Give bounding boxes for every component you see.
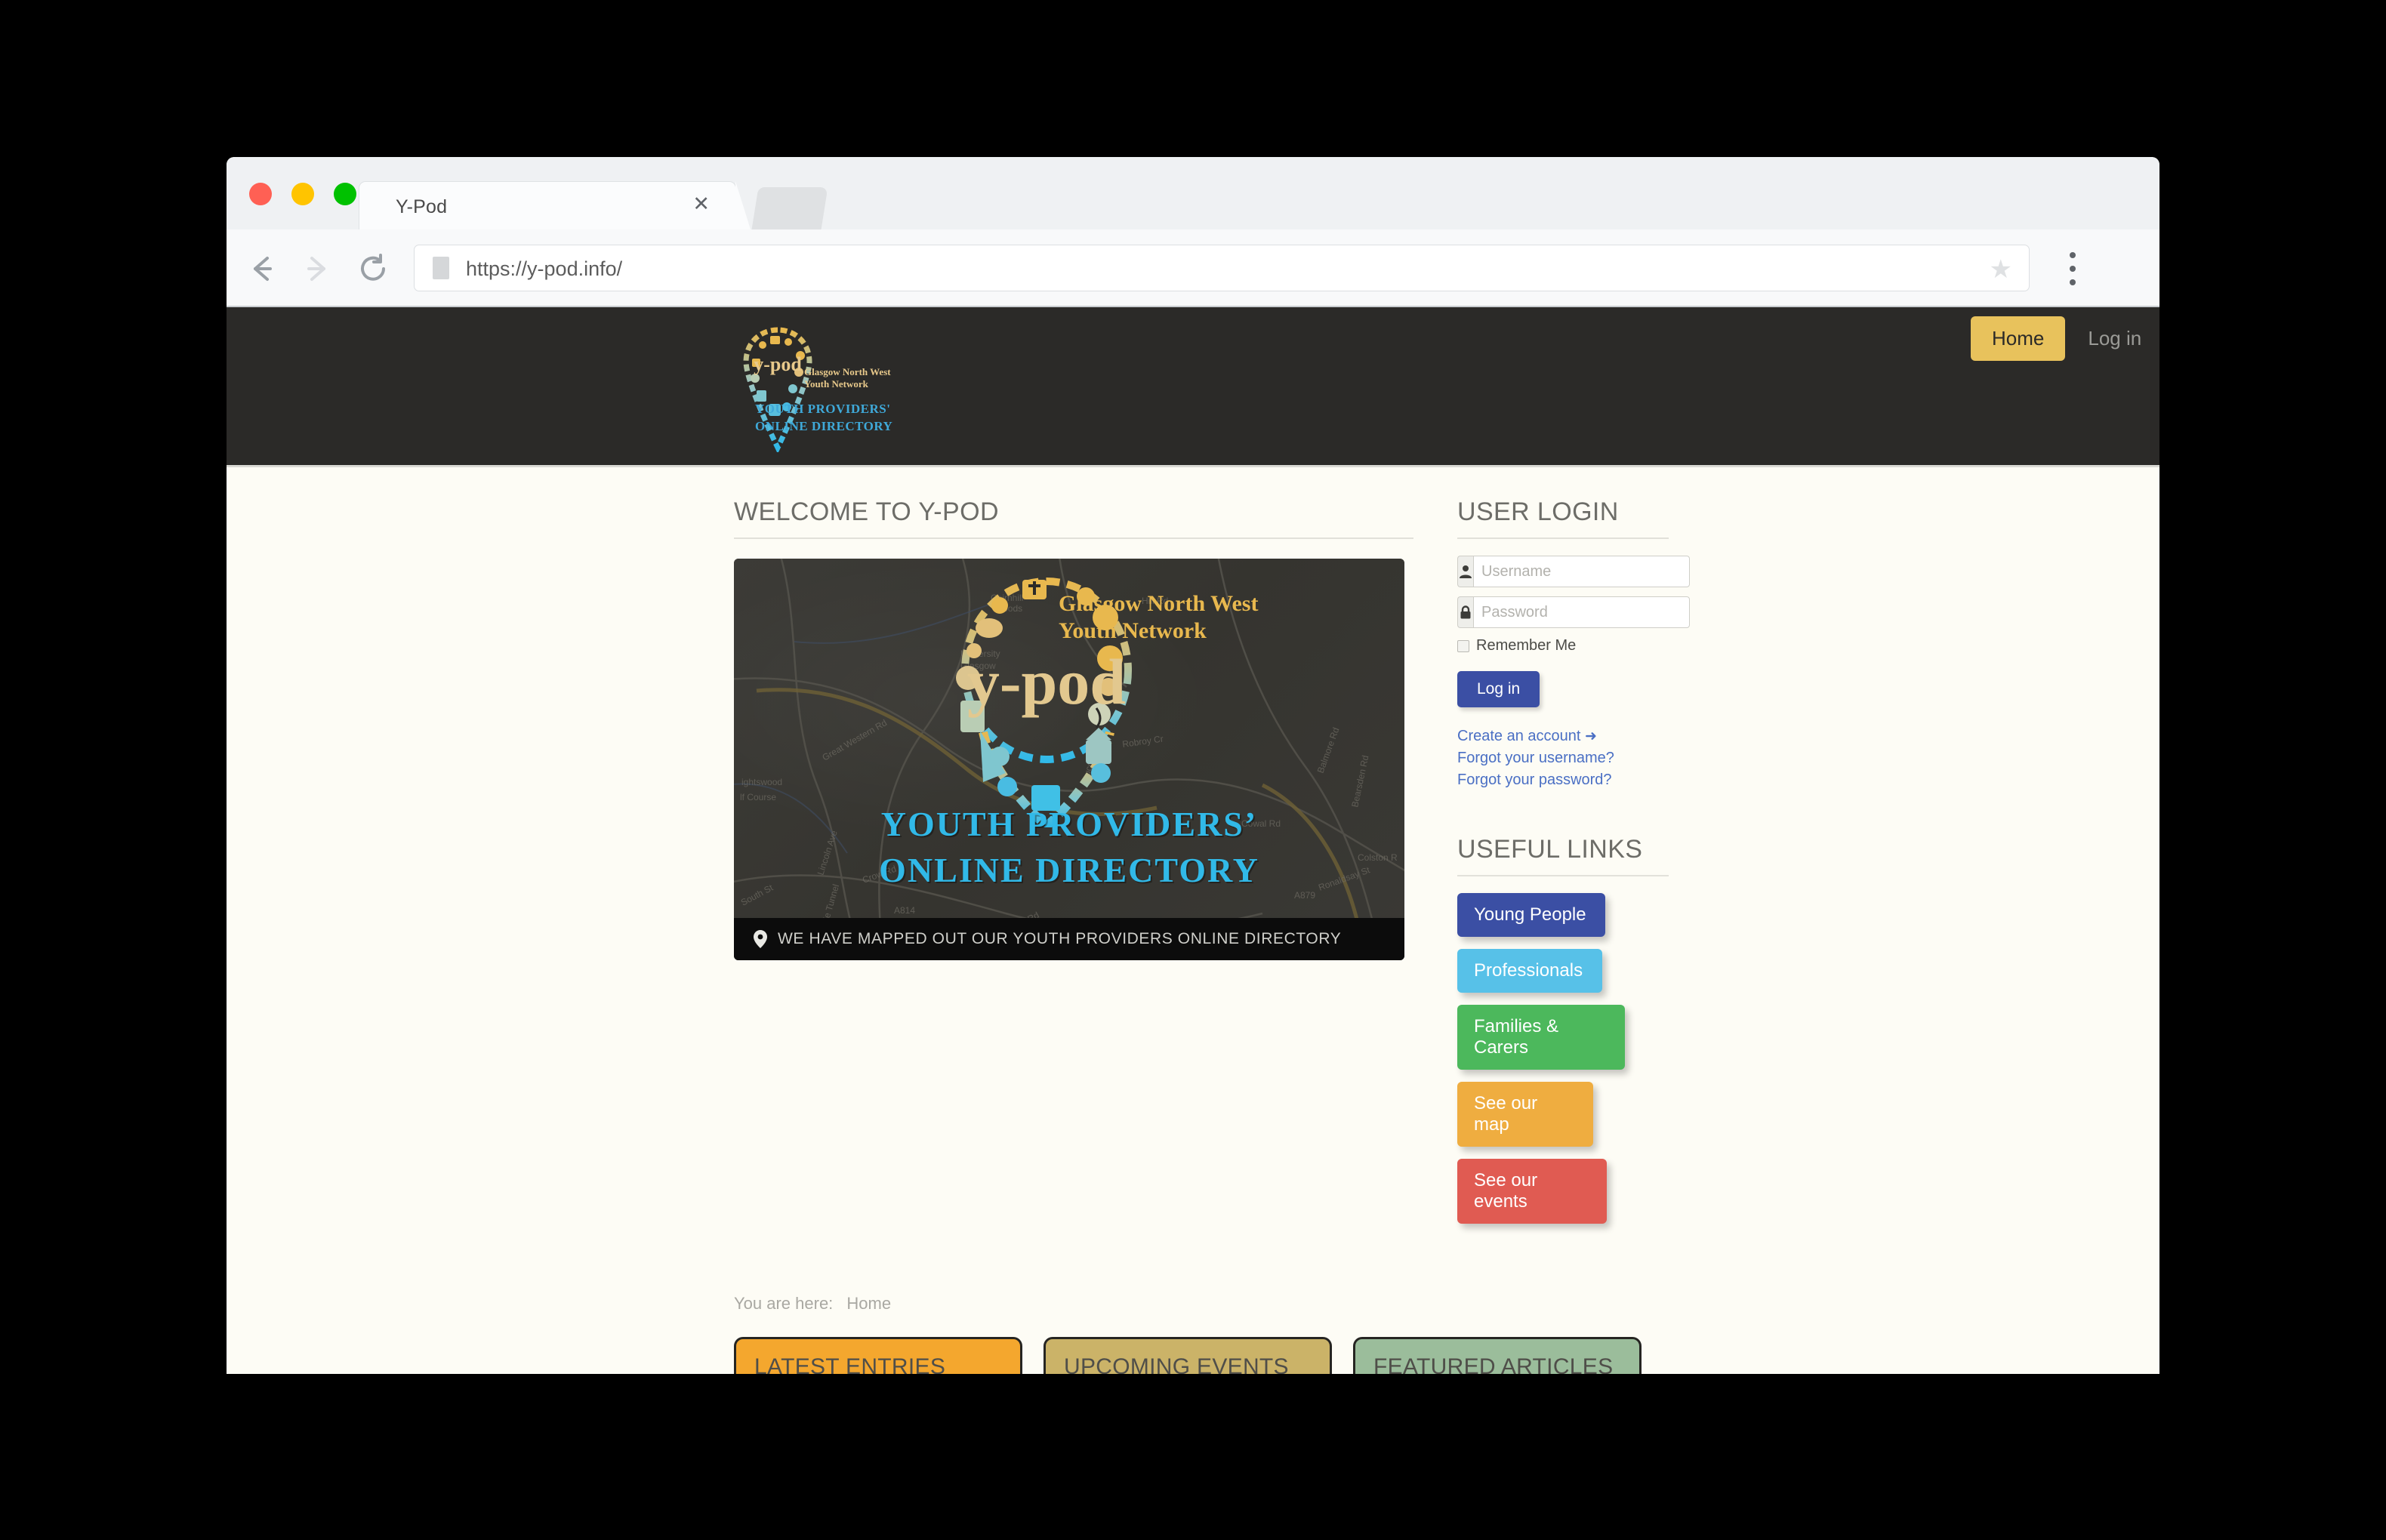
remember-me-checkbox[interactable] [1457,639,1469,652]
svg-text:A814: A814 [894,905,915,916]
close-window-button[interactable] [249,183,272,205]
remember-me-row[interactable]: Remember Me [1457,637,1669,654]
hero-brand-text: Glasgow North West Youth Network [1059,591,1259,643]
bottom-panels: LATEST ENTRIES Cadder Youth Club Young P… [734,1337,1642,1374]
page-info-icon [433,257,449,279]
useful-links-divider [1457,875,1669,876]
hero-banner[interactable]: Cairnhill Woods ightswood lf Course Robr… [734,559,1404,960]
tab-strip: Y-Pod ✕ [227,157,2159,229]
useful-links-title: USEFUL LINKS [1457,835,1643,864]
svg-text:Bearsden Rd: Bearsden Rd [1349,754,1370,808]
arrow-right-icon: ➜ [1585,728,1597,744]
site-logo[interactable]: y-pod Glasgow North West Youth Network YO… [740,325,951,452]
useful-link-see-our-map[interactable]: See our map [1457,1082,1593,1147]
breadcrumb-label: You are here: [734,1294,834,1313]
forward-arrow-icon[interactable] [298,251,334,287]
browser-window: Y-Pod ✕ https://y-pod.info/ ★ y-pod Glas… [227,157,2159,1374]
remember-me-label: Remember Me [1476,637,1577,654]
breadcrumb: You are here: Home [734,1294,891,1314]
sidebar: USER LOGIN Username Remember Me Log in C… [1457,497,1690,1236]
featured-articles-title: FEATURED ARTICLES [1373,1354,1614,1374]
nav-item-home[interactable]: Home [1971,316,2066,361]
nav-item-log-in[interactable]: Log in [2065,316,2159,361]
useful-link-professionals[interactable]: Professionals [1457,949,1602,993]
forgot-username-link[interactable]: Forgot your username? [1457,747,1669,769]
password-field-group [1457,596,1690,628]
svg-text:lf Course: lf Course [740,792,776,802]
user-login-title: USER LOGIN [1457,497,1619,526]
username-input[interactable] [1473,556,1690,587]
url-text: https://y-pod.info/ [466,257,623,280]
user-login-divider [1457,537,1669,539]
browser-toolbar: https://y-pod.info/ ★ [227,229,2159,307]
map-pin-icon [754,930,767,948]
lock-icon [1457,596,1473,628]
username-field-group [1457,556,1690,587]
minimize-window-button[interactable] [291,183,314,205]
upcoming-events-title: UPCOMING EVENTS [1064,1354,1289,1374]
tab-title: Y-Pod [396,196,448,217]
brand-tagline: YOUTH PROVIDERS' ONLINE DIRECTORY [755,402,893,433]
latest-entries-title: LATEST ENTRIES [754,1354,946,1374]
useful-link-families-carers[interactable]: Families & Carers [1457,1005,1625,1070]
hero-caption-bar: WE HAVE MAPPED OUT OUR YOUTH PROVIDERS O… [734,918,1404,960]
create-account-link[interactable]: Create an account ➜ [1457,725,1669,747]
reload-icon[interactable] [355,251,391,287]
site-header: y-pod Glasgow North West Youth Network YO… [227,307,2159,467]
svg-text:y-pod: y-pod [754,353,802,375]
star-icon[interactable]: ★ [1990,257,2012,282]
forgot-password-link[interactable]: Forgot your password? [1457,769,1669,791]
useful-link-young-people[interactable]: Young People [1457,893,1605,937]
latest-entries-panel: LATEST ENTRIES Cadder Youth Club Young P… [734,1337,1022,1374]
svg-text:Great Western Rd: Great Western Rd [821,717,889,762]
featured-articles-panel: FEATURED ARTICLES Good news! Written by … [1353,1337,1642,1374]
hero-tagline: YOUTH PROVIDERS’ ONLINE DIRECTORY [734,802,1404,893]
maximize-window-button[interactable] [334,183,356,205]
hero-tagline-line1: YOUTH PROVIDERS’ [880,805,1258,843]
svg-text:y-pod: y-pod [967,645,1126,718]
hero-tagline-line2: ONLINE DIRECTORY [879,850,1259,889]
main-column: WELCOME TO Y-POD Cairnhill Woods ightswo… [734,497,1413,960]
brand-subtitle: Glasgow North West Youth Network [804,366,891,390]
svg-text:ightswood: ightswood [741,777,782,787]
page-title: WELCOME TO Y-POD [734,497,999,526]
password-input[interactable] [1473,596,1690,628]
login-links: Create an account ➜ Forgot your username… [1457,725,1669,791]
user-icon [1457,556,1473,587]
page-content: WELCOME TO Y-POD Cairnhill Woods ightswo… [227,467,2159,1374]
window-controls [249,183,356,205]
svg-text:Balmore Rd: Balmore Rd [1315,726,1342,775]
useful-link-see-our-events[interactable]: See our events [1457,1159,1607,1224]
back-arrow-icon[interactable] [245,251,281,287]
address-bar[interactable]: https://y-pod.info/ ★ [414,245,2030,291]
hero-caption-text: WE HAVE MAPPED OUT OUR YOUTH PROVIDERS O… [778,930,1342,947]
close-tab-icon[interactable]: ✕ [692,192,710,215]
upcoming-events-panel: UPCOMING EVENTS ⛸ [1043,1337,1332,1374]
log-in-button[interactable]: Log in [1457,671,1540,707]
browser-tab[interactable]: Y-Pod ✕ [359,181,736,229]
breadcrumb-item-home[interactable]: Home [846,1294,891,1313]
title-divider [734,537,1413,539]
three-dot-menu-icon[interactable] [2058,249,2088,288]
new-tab-button[interactable] [751,187,828,229]
